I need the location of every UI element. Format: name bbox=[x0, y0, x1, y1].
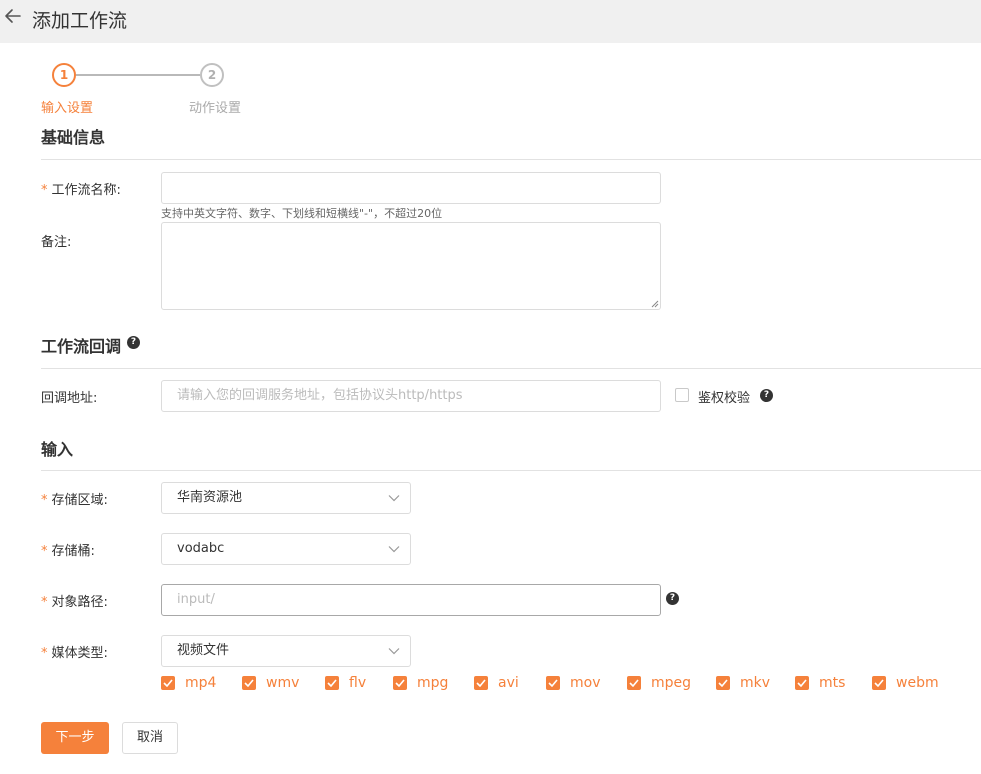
header-bar: 添加工作流 bbox=[0, 0, 981, 43]
bucket-value: vodabc bbox=[177, 541, 225, 556]
divider bbox=[41, 159, 981, 160]
checkbox-checked[interactable] bbox=[393, 676, 407, 690]
checkbox-checked[interactable] bbox=[716, 676, 730, 690]
section-title-input: 输入 bbox=[41, 440, 74, 459]
media-type-label: * 媒体类型: bbox=[41, 646, 108, 661]
required-mark: * bbox=[41, 493, 48, 508]
checkbox-checked[interactable] bbox=[795, 676, 809, 690]
media-type-option-label: mpg bbox=[417, 675, 449, 691]
section-title-callback: 工作流回调 bbox=[41, 337, 122, 356]
checkbox-checked[interactable] bbox=[872, 676, 886, 690]
required-mark: * bbox=[41, 646, 48, 661]
page-title: 添加工作流 bbox=[32, 10, 128, 32]
remark-label: 备注: bbox=[41, 235, 72, 250]
step-connector bbox=[76, 74, 200, 76]
callback-url-placeholder: 请输入您的回调服务地址，包括协议头http/https bbox=[177, 388, 463, 403]
checkbox-checked[interactable] bbox=[161, 676, 175, 690]
media-type-option-label: webm bbox=[896, 675, 939, 691]
media-type-option-label: mkv bbox=[740, 675, 771, 691]
media-type-option-label: mpeg bbox=[651, 675, 692, 691]
chevron-down-icon bbox=[388, 546, 400, 553]
checkbox-checked[interactable] bbox=[546, 676, 560, 690]
question-circle-icon[interactable]: ? bbox=[760, 389, 773, 402]
required-mark: * bbox=[41, 595, 48, 610]
callback-url-input[interactable]: 请输入您的回调服务地址，包括协议头http/https bbox=[161, 380, 661, 412]
check-icon bbox=[629, 679, 639, 687]
section-title-basic: 基础信息 bbox=[41, 128, 106, 147]
check-icon bbox=[718, 679, 728, 687]
checkbox-checked[interactable] bbox=[242, 676, 256, 690]
object-path-label: * 对象路径: bbox=[41, 595, 108, 610]
step-1-indicator: 1 bbox=[52, 63, 76, 87]
resize-handle-icon[interactable] bbox=[651, 300, 659, 308]
remark-textarea[interactable] bbox=[161, 222, 661, 310]
check-icon bbox=[476, 679, 486, 687]
callback-url-label: 回调地址: bbox=[41, 391, 98, 406]
storage-region-select[interactable]: 华南资源池 bbox=[161, 482, 411, 514]
workflow-name-input[interactable] bbox=[161, 172, 661, 204]
storage-region-value: 华南资源池 bbox=[177, 490, 243, 505]
media-type-option-label: flv bbox=[349, 675, 367, 691]
check-icon bbox=[874, 679, 884, 687]
required-mark: * bbox=[41, 183, 48, 198]
step-1-label: 输入设置 bbox=[41, 101, 94, 116]
cancel-button[interactable]: 取消 bbox=[122, 722, 178, 754]
question-circle-icon[interactable]: ? bbox=[666, 592, 679, 605]
auth-check-checkbox[interactable] bbox=[675, 388, 689, 402]
workflow-name-label: * 工作流名称: bbox=[41, 183, 121, 198]
bucket-select[interactable]: vodabc bbox=[161, 533, 411, 565]
question-circle-icon[interactable]: ? bbox=[127, 336, 140, 349]
checkbox-checked[interactable] bbox=[627, 676, 641, 690]
object-path-input[interactable]: input/ bbox=[161, 584, 661, 616]
media-type-value: 视频文件 bbox=[177, 643, 230, 658]
check-icon bbox=[327, 679, 337, 687]
bucket-label: * 存储桶: bbox=[41, 544, 95, 559]
divider bbox=[41, 368, 981, 369]
media-type-option-label: mp4 bbox=[185, 675, 217, 691]
checkbox-checked[interactable] bbox=[474, 676, 488, 690]
step-2-indicator: 2 bbox=[200, 63, 224, 87]
checkbox-checked[interactable] bbox=[325, 676, 339, 690]
media-type-option-label: avi bbox=[498, 675, 519, 691]
chevron-down-icon bbox=[388, 648, 400, 655]
check-icon bbox=[548, 679, 558, 687]
object-path-placeholder: input/ bbox=[177, 592, 215, 607]
check-icon bbox=[163, 679, 173, 687]
arrow-left-icon[interactable] bbox=[2, 5, 24, 27]
chevron-down-icon bbox=[388, 495, 400, 502]
check-icon bbox=[797, 679, 807, 687]
storage-region-label: * 存储区域: bbox=[41, 493, 108, 508]
step-2-label: 动作设置 bbox=[189, 101, 242, 116]
next-step-button[interactable]: 下一步 bbox=[41, 722, 109, 754]
check-icon bbox=[395, 679, 405, 687]
form-card: 1 2 输入设置 动作设置 基础信息 * 工作流名称: 支持中英文字符、数字、下划… bbox=[0, 43, 981, 774]
divider bbox=[41, 470, 981, 471]
media-type-option-label: mov bbox=[570, 675, 601, 691]
auth-check-label: 鉴权校验 bbox=[698, 391, 751, 406]
media-type-option-label: wmv bbox=[266, 675, 300, 691]
media-type-select[interactable]: 视频文件 bbox=[161, 635, 411, 667]
media-type-option-label: mts bbox=[819, 675, 846, 691]
required-mark: * bbox=[41, 544, 48, 559]
workflow-name-hint: 支持中英文字符、数字、下划线和短横线"-"，不超过20位 bbox=[161, 207, 443, 220]
check-icon bbox=[244, 679, 254, 687]
